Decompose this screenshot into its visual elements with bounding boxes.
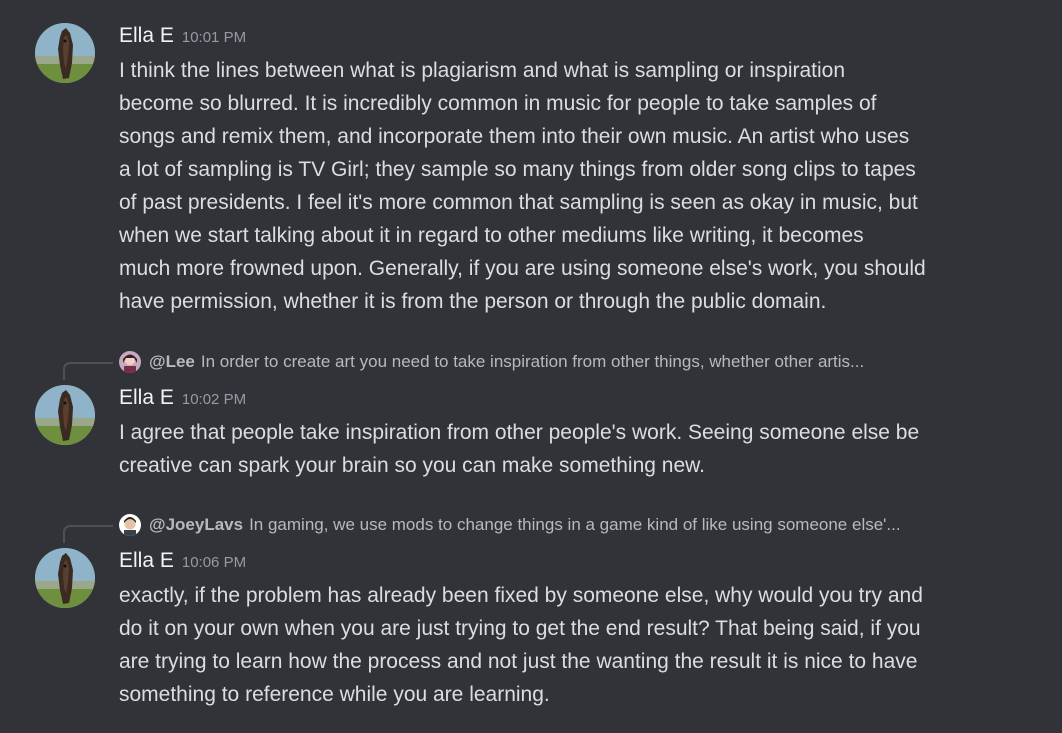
message-line: creative can spark your brain so you can… — [119, 454, 705, 477]
reply-spine — [63, 525, 113, 543]
author-name[interactable]: Ella E — [119, 549, 174, 572]
reply-spine — [63, 362, 113, 380]
message-line: I agree that people take inspiration fro… — [119, 421, 920, 444]
message-line: have permission, whether it is from the … — [119, 290, 827, 313]
horse-avatar-icon[interactable] — [35, 548, 95, 608]
message-line: much more frowned upon. Generally, if yo… — [119, 257, 926, 280]
author-name[interactable]: Ella E — [119, 24, 174, 47]
message-content: I agree that people take inspiration fro… — [119, 416, 1019, 482]
author-name[interactable]: Ella E — [119, 386, 174, 409]
reply-username[interactable]: @Lee — [149, 352, 195, 372]
message-line: become so blurred. It is incredibly comm… — [119, 92, 877, 115]
message-line: of past presidents. I feel it's more com… — [119, 191, 918, 214]
message-content: I think the lines between what is plagia… — [119, 54, 1019, 318]
reply-snippet: In gaming, we use mods to change things … — [249, 515, 901, 534]
message-line: I think the lines between what is plagia… — [119, 59, 846, 82]
lee-avatar-icon[interactable] — [119, 351, 141, 373]
author-line: Ella E 10:02 PM — [119, 386, 246, 412]
message-content: exactly, if the problem has already been… — [119, 579, 1019, 711]
message-line: do it on your own when you are just tryi… — [119, 617, 921, 640]
author-line: Ella E 10:06 PM — [119, 549, 246, 575]
reply-snippet: In order to create art you need to take … — [200, 352, 865, 371]
message-list: Ella E 10:01 PM I think the lines between… — [0, 0, 1062, 733]
timestamp: 10:02 PM — [181, 391, 247, 408]
reply-reference[interactable]: @Lee In order to create art you need to … — [119, 350, 1014, 374]
message-line: exactly, if the problem has already been… — [119, 584, 923, 607]
joeylavs-avatar-icon[interactable] — [119, 514, 141, 536]
message-line: songs and remix them, and incorporate th… — [119, 125, 910, 148]
message-line: something to reference while you are lea… — [119, 683, 550, 706]
reply-username[interactable]: @JoeyLavs — [149, 515, 243, 535]
horse-avatar-icon[interactable] — [35, 23, 95, 83]
author-line: Ella E 10:01 PM — [119, 24, 246, 50]
message-line: are trying to learn how the process and … — [119, 650, 918, 673]
reply-reference[interactable]: @JoeyLavs In gaming, we use mods to chan… — [119, 513, 1014, 537]
timestamp: 10:01 PM — [181, 29, 247, 46]
horse-avatar-icon[interactable] — [35, 385, 95, 445]
message-line: when we start talking about it in regard… — [119, 224, 864, 247]
timestamp: 10:06 PM — [181, 554, 247, 571]
message-line: a lot of sampling is TV Girl; they sampl… — [119, 158, 916, 181]
